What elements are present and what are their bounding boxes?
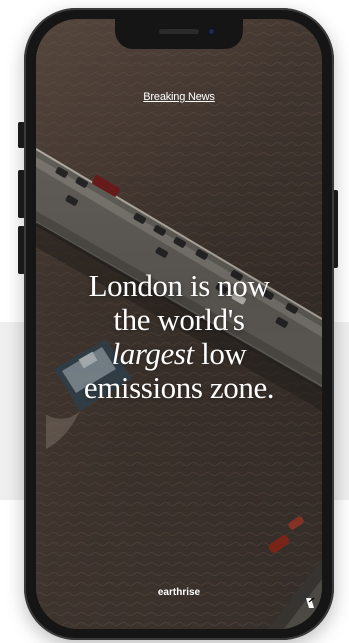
page: Breaking News London is now the world's … <box>0 0 349 643</box>
speaker-grille <box>159 29 199 34</box>
headline-line-3-rest: low <box>193 336 247 371</box>
phone-frame: Breaking News London is now the world's … <box>24 8 334 640</box>
app-logo-icon <box>306 597 315 608</box>
headline: London is now the world's largest low em… <box>44 269 314 405</box>
headline-line-2: the world's <box>113 302 245 337</box>
front-camera <box>207 27 216 36</box>
headline-line-3: largest low <box>44 337 314 371</box>
notch <box>115 19 243 49</box>
phone-screen[interactable]: Breaking News London is now the world's … <box>36 19 322 629</box>
headline-line-4: emissions zone. <box>83 370 275 405</box>
brand-logo: earthrise <box>157 587 201 598</box>
headline-emphasis: largest <box>111 336 195 371</box>
headline-line-1: London is now <box>88 268 270 303</box>
breaking-news-link[interactable]: Breaking News <box>36 91 322 103</box>
